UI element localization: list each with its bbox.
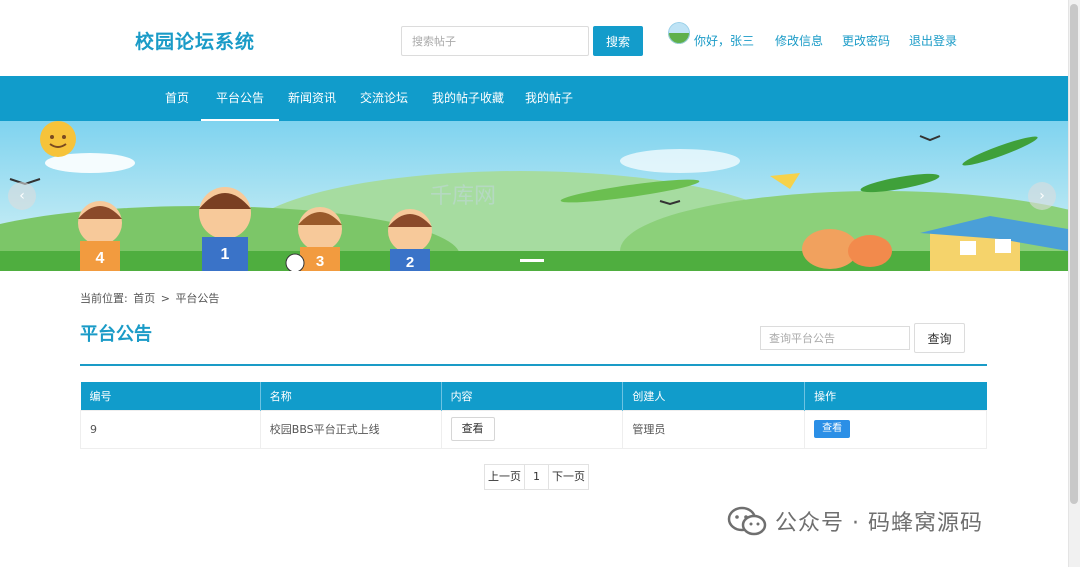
- change-password-link[interactable]: 更改密码: [842, 32, 890, 49]
- cell-content: 查看: [440, 409, 624, 449]
- table-row: 9 校园BBS平台正式上线 查看 管理员 查看: [80, 409, 987, 449]
- current-page[interactable]: 1: [524, 464, 549, 490]
- page-title: 平台公告: [80, 324, 152, 345]
- jersey-number-4: 4: [96, 250, 105, 267]
- edit-info-link[interactable]: 修改信息: [775, 32, 823, 49]
- nav-item-forum[interactable]: 交流论坛: [345, 76, 423, 121]
- carousel-indicator[interactable]: [520, 259, 544, 262]
- view-content-button[interactable]: 查看: [450, 417, 495, 441]
- view-action-button[interactable]: 查看: [814, 420, 851, 438]
- header: 校园论坛系统 搜索 你好，张三 修改信息 更改密码 退出登录: [0, 0, 1068, 76]
- query-button[interactable]: 查询: [914, 323, 965, 353]
- nav-item-announcements[interactable]: 平台公告: [201, 76, 280, 121]
- nav-item-my-favorites[interactable]: 我的帖子收藏: [417, 76, 519, 121]
- carousel-next-arrow-icon[interactable]: ›: [1028, 182, 1056, 210]
- page: 校园论坛系统 搜索 你好，张三 修改信息 更改密码 退出登录 首页 平台公告 新…: [0, 0, 1080, 567]
- banner-carousel[interactable]: 4 1 3 2 千库网 ‹ ›: [0, 121, 1068, 271]
- breadcrumb-separator: >: [160, 292, 170, 305]
- cell-id: 9: [80, 409, 261, 449]
- sun-icon: [40, 121, 76, 157]
- breadcrumb: 当前位置: 首页 > 平台公告: [80, 290, 221, 306]
- column-header-creator: 创建人: [622, 382, 806, 410]
- scrollbar-thumb[interactable]: [1070, 4, 1078, 504]
- wechat-icon: [727, 506, 767, 536]
- breadcrumb-current: 平台公告: [175, 292, 220, 305]
- jersey-number-2: 2: [406, 254, 414, 271]
- nav-item-my-posts[interactable]: 我的帖子: [510, 76, 588, 121]
- watermark-text: 公众号 · 码蜂窝源码: [775, 511, 983, 536]
- vertical-scrollbar[interactable]: [1068, 0, 1080, 567]
- avatar-image: [668, 22, 690, 44]
- breadcrumb-prefix: 当前位置:: [80, 292, 128, 305]
- announcement-table: 编号 名称 内容 创建人 操作 9 校园BBS平台正式上线 查看 管理员 查看: [80, 382, 987, 449]
- title-divider: [80, 364, 987, 366]
- column-header-id: 编号: [80, 382, 261, 410]
- nav-item-home[interactable]: 首页: [150, 76, 204, 121]
- table-header-row: 编号 名称 内容 创建人 操作: [80, 382, 987, 410]
- column-header-name: 名称: [260, 382, 442, 410]
- user-greeting: 你好，张三: [694, 34, 755, 48]
- avatar[interactable]: [668, 22, 690, 44]
- nav-item-news[interactable]: 新闻资讯: [273, 76, 351, 121]
- column-header-action: 操作: [804, 382, 987, 410]
- carousel-prev-arrow-icon[interactable]: ‹: [8, 182, 36, 210]
- cell-action: 查看: [804, 409, 987, 449]
- wechat-watermark: 公众号 · 码蜂窝源码: [727, 505, 983, 537]
- next-page-button[interactable]: 下一页: [548, 464, 589, 490]
- jersey-number-1: 1: [221, 246, 230, 263]
- banner-watermark: 千库网: [430, 184, 496, 209]
- cell-name: 校园BBS平台正式上线: [259, 409, 442, 449]
- query-input[interactable]: [760, 326, 910, 350]
- search-button[interactable]: 搜索: [593, 26, 643, 56]
- breadcrumb-home[interactable]: 首页: [133, 292, 155, 305]
- site-logo[interactable]: 校园论坛系统: [135, 27, 255, 54]
- prev-page-button[interactable]: 上一页: [484, 464, 525, 490]
- main-nav: 首页 平台公告 新闻资讯 交流论坛 我的帖子收藏 我的帖子: [0, 76, 1068, 121]
- logout-link[interactable]: 退出登录: [909, 32, 957, 49]
- banner-illustration: 4 1 3 2 千库网: [0, 121, 1068, 271]
- search-input[interactable]: [401, 26, 589, 56]
- cell-creator: 管理员: [622, 409, 806, 449]
- column-header-content: 内容: [441, 382, 624, 410]
- pagination: 上一页 1 下一页: [484, 464, 589, 490]
- jersey-number-3: 3: [316, 253, 324, 270]
